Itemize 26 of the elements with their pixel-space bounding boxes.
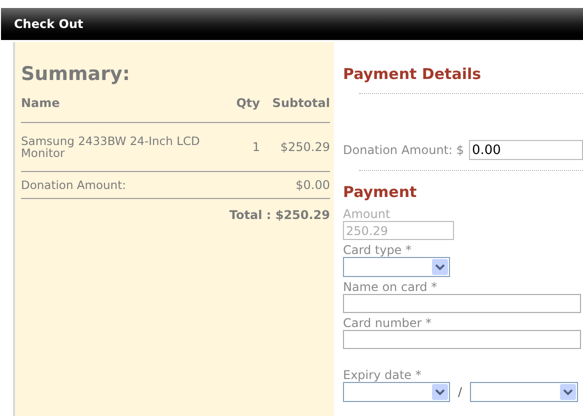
donation-label: Donation Amount: $: [343, 142, 464, 159]
column-header: Subtotal: [271, 95, 330, 112]
column-header: Name: [21, 95, 61, 112]
item-name: Samsung 2433BW 24-Inch LCD Monitor: [21, 135, 201, 159]
page-title: Check Out: [14, 16, 84, 33]
month-select[interactable]: [343, 382, 450, 402]
field-label: Card type *: [343, 244, 413, 257]
item-name: Donation Amount:: [21, 179, 127, 191]
field-label: Name on card *: [343, 281, 438, 294]
section-title: Payment Details: [343, 64, 482, 84]
field-label: Expiry date *: [343, 369, 422, 382]
field-label: Card number *: [343, 317, 433, 330]
total: Total : $250.29: [229, 208, 330, 222]
column-header: Qty: [235, 95, 260, 112]
donation-field[interactable]: 0.00: [469, 140, 583, 160]
item-subtotal: $0.00: [294, 179, 330, 191]
item-subtotal: $250.29: [279, 141, 330, 153]
text-field[interactable]: [343, 294, 581, 313]
summary-title: Summary:: [21, 62, 131, 86]
section-title: Payment: [343, 182, 418, 202]
card-type-select[interactable]: [343, 257, 450, 277]
year-select[interactable]: [470, 382, 578, 402]
field-label: Amount: [343, 208, 392, 221]
item-qty: 1: [251, 141, 260, 153]
date-separator: /: [458, 384, 462, 401]
text-field[interactable]: [343, 330, 581, 349]
